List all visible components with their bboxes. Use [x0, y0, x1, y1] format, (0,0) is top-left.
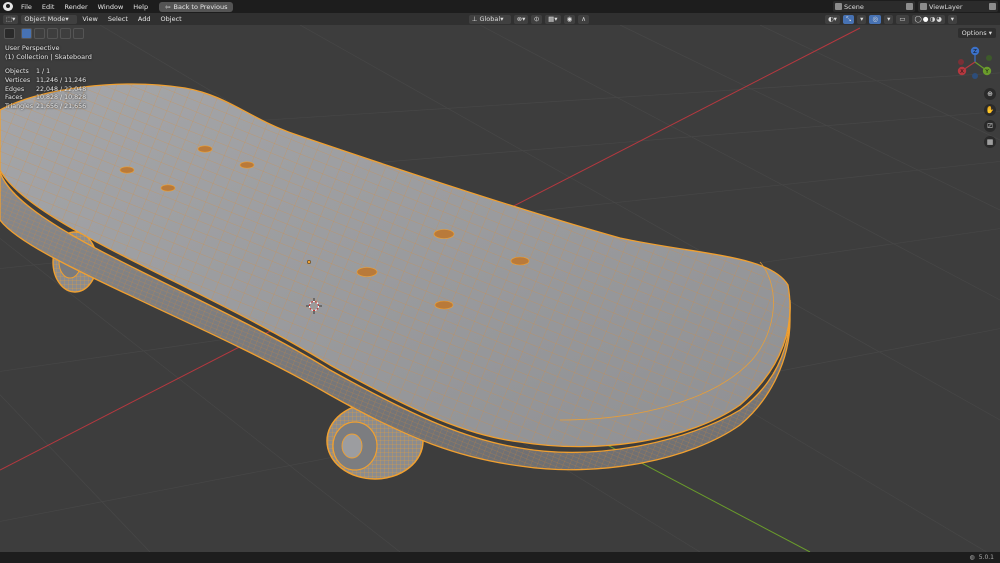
- options-dropdown[interactable]: Options ▾: [957, 28, 996, 38]
- rendered-shading-icon[interactable]: ◕: [936, 15, 942, 23]
- overlay-icon: ◎: [872, 15, 879, 23]
- perspective-toggle-icon[interactable]: ▦: [984, 136, 996, 148]
- scene-selector[interactable]: Scene: [833, 1, 915, 12]
- proportional-icon: ◉: [566, 15, 573, 23]
- stat-row: Objects 1 / 1: [5, 68, 86, 77]
- menu-help[interactable]: Help: [128, 3, 153, 11]
- overlay-dropdown[interactable]: ▾: [884, 14, 894, 24]
- camera-view-icon[interactable]: ⎚: [984, 120, 996, 132]
- pivot-icon: ⊗: [516, 15, 523, 23]
- select-tool-button[interactable]: [4, 27, 15, 39]
- top-menu-bar: File Edit Render Window Help ⇦ Back to P…: [0, 0, 1000, 13]
- orientation-icon: ⊥: [471, 15, 478, 23]
- shading-modes[interactable]: ◯ ● ◑ ◕: [911, 14, 945, 24]
- view-layer-icon: [920, 3, 927, 10]
- menu-window[interactable]: Window: [93, 3, 129, 11]
- hand-pan-icon[interactable]: ✋: [984, 104, 996, 116]
- select-mode-subtract[interactable]: [47, 27, 58, 39]
- back-to-previous-button[interactable]: ⇦ Back to Previous: [159, 1, 234, 12]
- snap-target-dropdown[interactable]: ▦ ▾: [545, 14, 561, 24]
- menu-edit[interactable]: Edit: [37, 3, 60, 11]
- stat-row: Triangles 21,656 / 21,656: [5, 103, 86, 112]
- grid-icon: ▦: [548, 15, 555, 23]
- object-origin: [306, 259, 312, 265]
- select-mode-invert[interactable]: [60, 27, 71, 39]
- stat-value: 11,246 / 11,246: [36, 76, 87, 84]
- back-to-previous-label: Back to Previous: [173, 2, 228, 11]
- stat-label: Faces: [5, 94, 23, 102]
- scene-statistics: Objects 1 / 1 Vertices 11,246 / 11,246 Edg…: [5, 68, 86, 112]
- stat-value: 1 / 1: [36, 68, 51, 75]
- eye-icon: ◐: [828, 15, 834, 23]
- gizmo-z-label: Z: [973, 49, 977, 55]
- stat-label: Triangles: [5, 103, 34, 111]
- material-shading-icon[interactable]: ◑: [929, 15, 935, 23]
- editor-type-button[interactable]: ⬚ ▾: [3, 14, 19, 24]
- snap-toggle[interactable]: ⦶: [531, 14, 543, 24]
- menu-view[interactable]: View: [77, 15, 102, 23]
- gizmo-icon: ⤡: [845, 14, 852, 23]
- viewport-header: ⬚ ▾ Object Mode ▾ View Select Add Object ⊥…: [0, 13, 1000, 25]
- falloff-icon: ∧: [581, 15, 586, 23]
- gizmo-x-label: X: [960, 69, 964, 75]
- xray-icon: ▭: [899, 15, 906, 23]
- options-label: Options: [961, 29, 987, 37]
- collection-path: (1) Collection | Skateboard: [5, 52, 92, 61]
- select-mode-intersect[interactable]: [73, 27, 84, 39]
- menu-add[interactable]: Add: [133, 15, 156, 23]
- transform-orientation-dropdown[interactable]: ⊥ Global ▾: [468, 14, 511, 24]
- object-mode-label: Object Mode: [24, 15, 66, 23]
- gizmo-y-label: Y: [984, 69, 989, 75]
- object-mode-dropdown[interactable]: Object Mode ▾: [21, 14, 78, 24]
- falloff-dropdown[interactable]: ∧: [578, 14, 589, 24]
- menu-file[interactable]: File: [16, 3, 37, 11]
- overlay-toggle[interactable]: ◎: [869, 14, 882, 24]
- select-box-mode-new[interactable]: [21, 27, 32, 39]
- viewport-nav-tools: ⊕ ✋ ⎚ ▦: [984, 88, 996, 148]
- status-bar: ◍ 5.0.1: [0, 552, 1000, 563]
- view-layer-name: ViewLayer: [929, 2, 963, 11]
- blender-logo-icon[interactable]: [3, 2, 13, 11]
- stat-value: 21,656 / 21,656: [36, 103, 87, 111]
- shading-dropdown[interactable]: ▾: [947, 14, 958, 24]
- pin-icon[interactable]: [906, 3, 913, 10]
- menu-render[interactable]: Render: [59, 3, 92, 11]
- version-label: 5.0.1: [978, 554, 994, 561]
- scene-name: Scene: [844, 2, 864, 11]
- scene-icon: [835, 3, 842, 10]
- viewport-info: User Perspective (1) Collection | Skateb…: [5, 44, 92, 61]
- menu-object[interactable]: Object: [156, 15, 187, 23]
- visibility-dropdown[interactable]: ◐ ▾: [825, 14, 840, 24]
- select-mode-extend[interactable]: [34, 27, 45, 39]
- new-layer-icon[interactable]: [989, 3, 996, 10]
- snap-icon: ⦶: [534, 14, 540, 23]
- zoom-icon[interactable]: ⊕: [984, 88, 996, 100]
- solid-shading-icon[interactable]: ●: [923, 15, 929, 23]
- gizmo-dropdown[interactable]: ▾: [857, 14, 867, 24]
- xray-toggle[interactable]: ▭: [896, 14, 909, 24]
- globe-icon: ◍: [969, 554, 975, 561]
- cube-icon: ⬚: [6, 15, 13, 23]
- pivot-dropdown[interactable]: ⊗ ▾: [513, 14, 529, 24]
- back-arrow-icon: ⇦: [165, 2, 171, 11]
- stat-label: Objects: [5, 68, 29, 75]
- stat-row: Vertices 11,246 / 11,246: [5, 77, 86, 86]
- stat-label: Vertices: [5, 76, 31, 84]
- gizmo-toggle[interactable]: ⤡: [842, 14, 855, 24]
- selection-mode-row: [4, 27, 84, 39]
- stat-value: 10,828 / 10,828: [36, 94, 87, 102]
- view-name: User Perspective: [5, 44, 60, 52]
- menu-select[interactable]: Select: [103, 15, 133, 23]
- stat-row: Faces 10,828 / 10,828: [5, 94, 86, 103]
- wireframe-shading-icon[interactable]: ◯: [915, 15, 922, 23]
- 3d-viewport[interactable]: Z Y X: [0, 25, 1000, 552]
- proportional-edit-toggle[interactable]: ◉: [563, 14, 576, 24]
- orientation-label: Global: [479, 15, 501, 23]
- view-layer-selector[interactable]: ViewLayer: [918, 1, 998, 12]
- navigation-gizmo[interactable]: Z Y X: [953, 40, 997, 84]
